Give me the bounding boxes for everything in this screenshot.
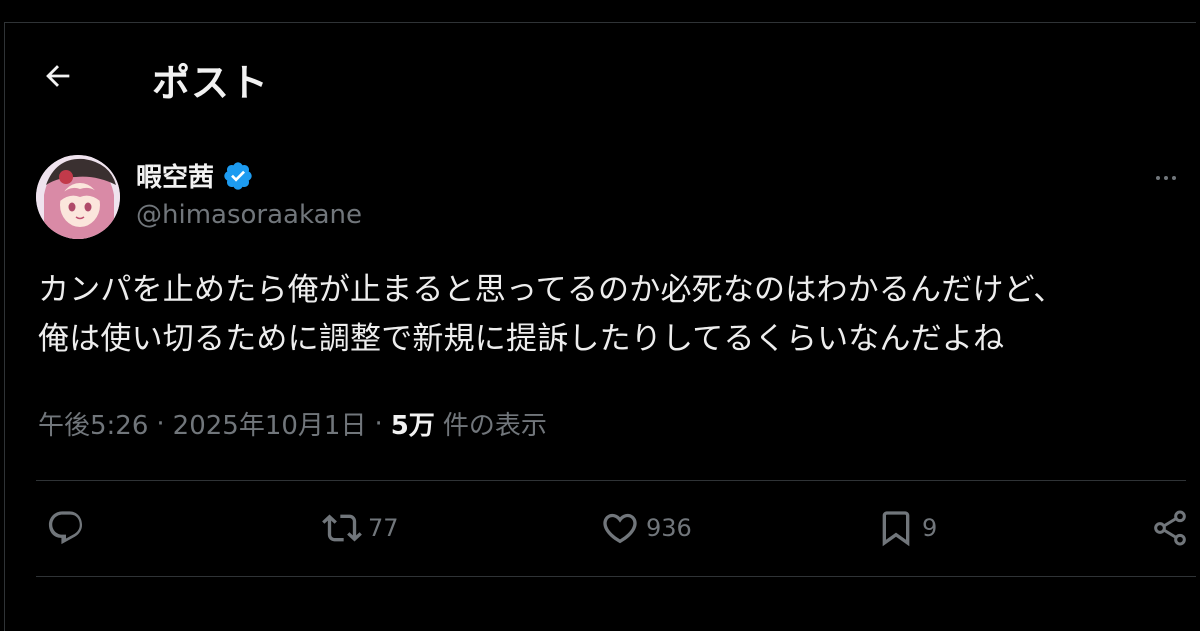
views-count[interactable]: 5万: [391, 405, 435, 442]
more-dot: [1156, 176, 1160, 180]
heart-icon: [603, 513, 637, 544]
meta-separator: ·: [374, 408, 383, 439]
like-count: 936: [646, 514, 692, 542]
more-options-button[interactable]: [1146, 163, 1186, 193]
more-dot: [1172, 176, 1176, 180]
post-text: カンパを止めたら俺が止まると思ってるのか必死なのはわかるんだけど、 俺は使い切る…: [38, 266, 1198, 364]
post-text-line: 俺は使い切るために調整で新規に提訴したりしてるくらいなんだよね: [38, 321, 1005, 357]
repost-icon: [322, 514, 362, 542]
avatar-image: [36, 155, 120, 239]
post-date[interactable]: 2025年10月1日: [173, 405, 367, 442]
page-title: ポスト: [152, 61, 270, 105]
like-button[interactable]: 936: [600, 498, 692, 558]
arrow-left-icon: [46, 65, 70, 87]
bookmark-count: 9: [922, 514, 938, 542]
action-bar: 77 936 9: [0, 498, 1200, 558]
divider: [36, 480, 1186, 481]
views-label: 件の表示: [442, 411, 547, 441]
repost-button[interactable]: 77: [322, 498, 399, 558]
reply-icon: [48, 511, 83, 545]
top-bar: ポスト: [0, 40, 1200, 110]
bookmark-icon: [882, 511, 910, 547]
post-text-line: カンパを止めたら俺が止まると思ってるのか必死なのはわかるんだけど、: [38, 272, 1065, 308]
share-icon: [1154, 510, 1186, 546]
back-button[interactable]: [36, 54, 80, 98]
name-row: 暇空茜: [136, 157, 254, 194]
bookmark-button[interactable]: 9: [876, 498, 937, 558]
verified-badge-icon: [224, 161, 252, 190]
display-name[interactable]: 暇空茜: [136, 157, 214, 194]
avatar[interactable]: [36, 155, 120, 239]
post-time[interactable]: 午後5:26: [38, 405, 148, 442]
user-handle[interactable]: @himasoraakane: [136, 200, 362, 230]
meta-separator: ·: [156, 408, 165, 439]
post-meta: 午後5:26 · 2025年10月1日 · 5万 件の表示: [38, 405, 547, 442]
more-dot: [1164, 176, 1168, 180]
divider: [36, 576, 1196, 577]
post-author: 暇空茜 @himasoraakane: [36, 155, 1186, 245]
reply-button[interactable]: [46, 498, 86, 558]
share-button[interactable]: [1150, 498, 1190, 558]
repost-count: 77: [368, 514, 399, 542]
